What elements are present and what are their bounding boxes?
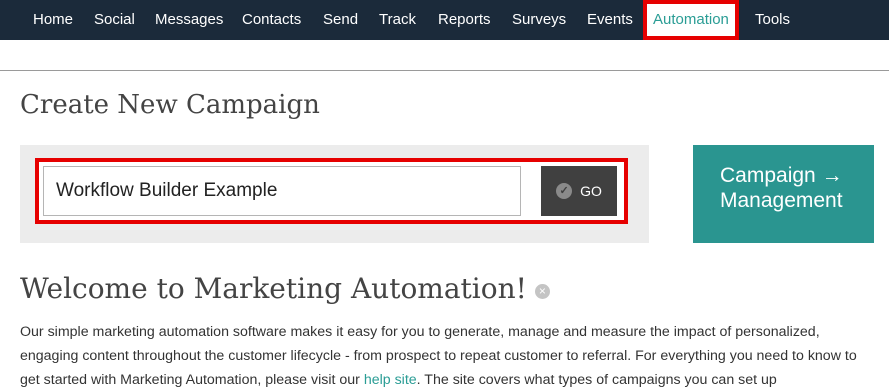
go-button[interactable]: ✓ GO xyxy=(541,166,617,216)
check-circle-icon: ✓ xyxy=(556,183,573,199)
campaign-name-input[interactable] xyxy=(43,166,521,216)
campaign-management-button[interactable]: Campaign → Management xyxy=(693,145,874,243)
intro-paragraph: Our simple marketing automation software… xyxy=(20,320,880,392)
go-button-label: GO xyxy=(580,183,602,199)
nav-item-home[interactable]: Home xyxy=(33,0,73,40)
welcome-heading: Welcome to Marketing Automation! × xyxy=(20,272,550,305)
create-campaign-panel: ✓ GO xyxy=(20,145,649,243)
nav-item-track[interactable]: Track xyxy=(379,0,416,40)
nav-item-tools[interactable]: Tools xyxy=(755,0,790,40)
nav-item-surveys[interactable]: Surveys xyxy=(512,0,566,40)
page-title: Create New Campaign xyxy=(20,90,320,120)
nav-item-social[interactable]: Social xyxy=(94,0,135,40)
close-circle-icon[interactable]: × xyxy=(534,284,550,299)
campaign-management-label-line2: Management xyxy=(720,189,843,212)
welcome-title: Welcome to Marketing Automation! xyxy=(20,272,527,305)
nav-item-automation[interactable]: Automation xyxy=(643,0,739,40)
campaign-name-highlight: ✓ GO xyxy=(35,158,628,224)
nav-item-events[interactable]: Events xyxy=(587,0,633,40)
header-divider xyxy=(0,70,889,71)
campaign-management-label-line1: Campaign xyxy=(720,164,816,187)
nav-item-reports[interactable]: Reports xyxy=(438,0,491,40)
nav-item-contacts[interactable]: Contacts xyxy=(242,0,301,40)
nav-item-send[interactable]: Send xyxy=(323,0,358,40)
arrow-right-icon: → xyxy=(821,164,843,187)
top-navigation: Home Social Messages Contacts Send Track… xyxy=(0,0,889,40)
intro-text-part2: . The site covers what types of campaign… xyxy=(416,372,777,388)
nav-item-messages[interactable]: Messages xyxy=(155,0,223,40)
help-site-link[interactable]: help site xyxy=(364,372,417,388)
